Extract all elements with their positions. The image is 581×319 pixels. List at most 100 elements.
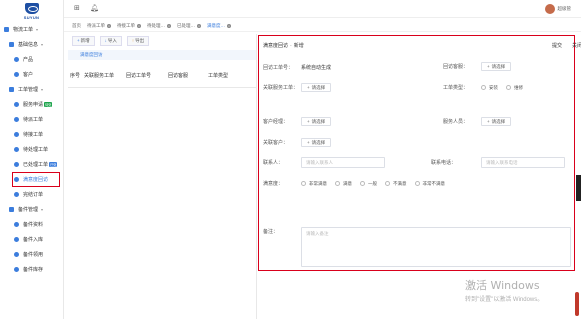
- field-label: 工单类型：: [443, 85, 469, 91]
- sidebar-item-parts-use[interactable]: 备件领用: [0, 247, 63, 262]
- satisfaction-form: 满意度回访 - 新增 提交 关闭 回访工单号： 系统自动生成 回访客服： + 请选择 …: [258, 35, 581, 271]
- thermometer-icon: [575, 292, 579, 316]
- radio-circle: [301, 181, 306, 186]
- circle-icon: [14, 177, 19, 182]
- related-customer-select-button[interactable]: + 请选择: [301, 138, 332, 147]
- logo-mark: [24, 2, 39, 14]
- contact-input[interactable]: 请输入联系人: [301, 157, 385, 168]
- folder-icon: [9, 42, 14, 47]
- service-staff-select-button[interactable]: + 请选择: [481, 117, 512, 126]
- row-order-type: 工单类型： 安装 维修: [443, 84, 531, 92]
- sidebar-item-order-mgmt[interactable]: 工单管理 ▾: [0, 82, 63, 97]
- tab-accept[interactable]: 待接工单 ×: [117, 23, 141, 29]
- sidebar-item-label: 待接工单: [23, 132, 44, 138]
- sidebar-item-label: 待处理工单: [23, 147, 49, 153]
- row-service-order: 关联服务工单： + 请选择: [263, 83, 332, 92]
- tab-label: 首页: [72, 22, 81, 28]
- radio-label: 非常满意: [309, 180, 327, 186]
- sidebar-item-basic-info[interactable]: 基础信息 ▾: [0, 37, 63, 52]
- plus-icon: +: [307, 140, 310, 145]
- export-button[interactable]: ↑导出: [126, 36, 150, 46]
- circle-icon: [14, 117, 19, 122]
- radio-label: 满意: [343, 180, 352, 186]
- close-icon[interactable]: ×: [167, 23, 171, 28]
- bell-icon[interactable]: 🔔︎: [90, 5, 99, 13]
- sidebar-item-parts-in[interactable]: 备件入库: [0, 232, 63, 247]
- radio-circle: [385, 181, 390, 186]
- sidebar-item-logistics[interactable]: 物流工单 ▾: [0, 22, 63, 37]
- circle-icon: [14, 222, 19, 227]
- chevron-down-icon: ▾: [36, 27, 39, 32]
- windows-watermark: 激活 Windows 转到"设置"以激活 Windows。: [465, 277, 543, 303]
- close-icon[interactable]: ×: [137, 23, 141, 28]
- grid-icon[interactable]: ⊞: [74, 5, 82, 13]
- new-button[interactable]: +新增: [72, 36, 95, 46]
- row-service-staff: 服务人员： + 请选择: [443, 117, 512, 126]
- tab-processed[interactable]: 已处理… ×: [177, 23, 201, 29]
- sidebar-item-processed[interactable]: 已处理工单 已处: [0, 157, 63, 172]
- radio-neutral[interactable]: 一般: [360, 181, 377, 187]
- close-button[interactable]: 关闭: [572, 42, 581, 49]
- sidebar-item-completed[interactable]: 完结订单: [0, 187, 63, 202]
- sidebar-item-accept[interactable]: 待接工单: [0, 127, 63, 142]
- radio-satisfied[interactable]: 满意: [335, 181, 352, 187]
- radio-very-satisfied[interactable]: 非常满意: [301, 181, 327, 187]
- radio-install[interactable]: 安装: [481, 85, 498, 91]
- radio-repair[interactable]: 维修: [506, 85, 523, 91]
- sidebar-item-spare-parts[interactable]: 备件管理 ▾: [0, 202, 63, 217]
- sidebar-item-dispatch[interactable]: 待派工单: [0, 112, 63, 127]
- chevron-down-icon: ▾: [41, 207, 44, 212]
- service-order-select-button[interactable]: + 请选择: [301, 83, 332, 92]
- sidebar-item-parts-info[interactable]: 备件资料: [0, 217, 63, 232]
- close-icon[interactable]: ×: [197, 23, 201, 28]
- row-remark: 备注：: [263, 228, 301, 235]
- import-button[interactable]: ↓导入: [99, 36, 122, 46]
- scrollbar[interactable]: [576, 175, 581, 201]
- tab-label: 满意度…: [207, 22, 225, 28]
- button-label: 导出: [135, 38, 145, 43]
- sidebar-item-parts-stock[interactable]: 备件库存: [0, 262, 63, 277]
- button-label: 请选择: [311, 84, 326, 90]
- user-menu[interactable]: 超级管: [544, 4, 571, 14]
- sidebar: SUYUN 物流工单 ▾ 基础信息 ▾ 产品 客户 工单管理 ▾ 服务申请 待处 待派工…: [0, 0, 64, 319]
- row-contact: 联系人： 请输入联系人: [263, 157, 385, 168]
- sidebar-item-label: 产品: [23, 57, 34, 63]
- circle-icon: [14, 237, 19, 242]
- submit-button[interactable]: 提交: [552, 42, 562, 49]
- radio-very-dissatisfied[interactable]: 非常不满意: [414, 180, 446, 187]
- sidebar-item-pending[interactable]: 待处理工单: [0, 142, 63, 157]
- close-icon[interactable]: ×: [107, 23, 111, 28]
- radio-label: 非常不满意: [422, 180, 446, 186]
- logo: SUYUN: [0, 0, 63, 22]
- field-label: 备注：: [263, 229, 279, 235]
- subtab-satisfaction[interactable]: 满意度回访: [68, 50, 256, 60]
- circle-icon: [14, 132, 19, 137]
- circle-icon: [14, 192, 19, 197]
- field-label: 联系电话：: [431, 160, 457, 166]
- table-header: 序号 关联服务工单 回访工单号 回访客服 工单类型: [68, 68, 256, 88]
- col-index: 序号: [70, 73, 81, 79]
- radio-dissatisfied[interactable]: 不满意: [385, 181, 407, 187]
- visit-staff-select-button[interactable]: + 请选择: [481, 62, 512, 71]
- button-label: 导入: [107, 38, 117, 43]
- remark-textarea[interactable]: 请输入备注: [301, 227, 571, 267]
- logo-text: SUYUN: [23, 14, 40, 20]
- chevron-down-icon: ▾: [41, 42, 44, 47]
- tab-dispatch[interactable]: 待派工单 ×: [87, 23, 111, 29]
- avatar[interactable]: [544, 4, 555, 14]
- sidebar-item-label: 备件资料: [23, 222, 44, 228]
- tab-pending[interactable]: 待处理… ×: [147, 23, 171, 29]
- sidebar-item-customer[interactable]: 客户: [0, 67, 63, 82]
- tab-home[interactable]: 首页: [72, 23, 81, 29]
- tab-satisfaction[interactable]: 满意度… ×: [207, 23, 231, 29]
- phone-input[interactable]: 请输入联系电话: [481, 157, 565, 168]
- sidebar-item-service-request[interactable]: 服务申请 待处: [0, 97, 63, 112]
- field-label: 回访客服：: [443, 64, 469, 70]
- sidebar-item-satisfaction[interactable]: 满意度回访: [12, 172, 60, 187]
- radio-circle: [506, 85, 511, 90]
- sidebar-item-product[interactable]: 产品: [0, 52, 63, 67]
- list-toolbar: +新增 ↓导入 ↑导出: [68, 36, 256, 46]
- close-icon[interactable]: ×: [227, 23, 231, 28]
- field-label: 关联客户：: [263, 140, 289, 146]
- customer-mgr-select-button[interactable]: + 请选择: [301, 117, 332, 126]
